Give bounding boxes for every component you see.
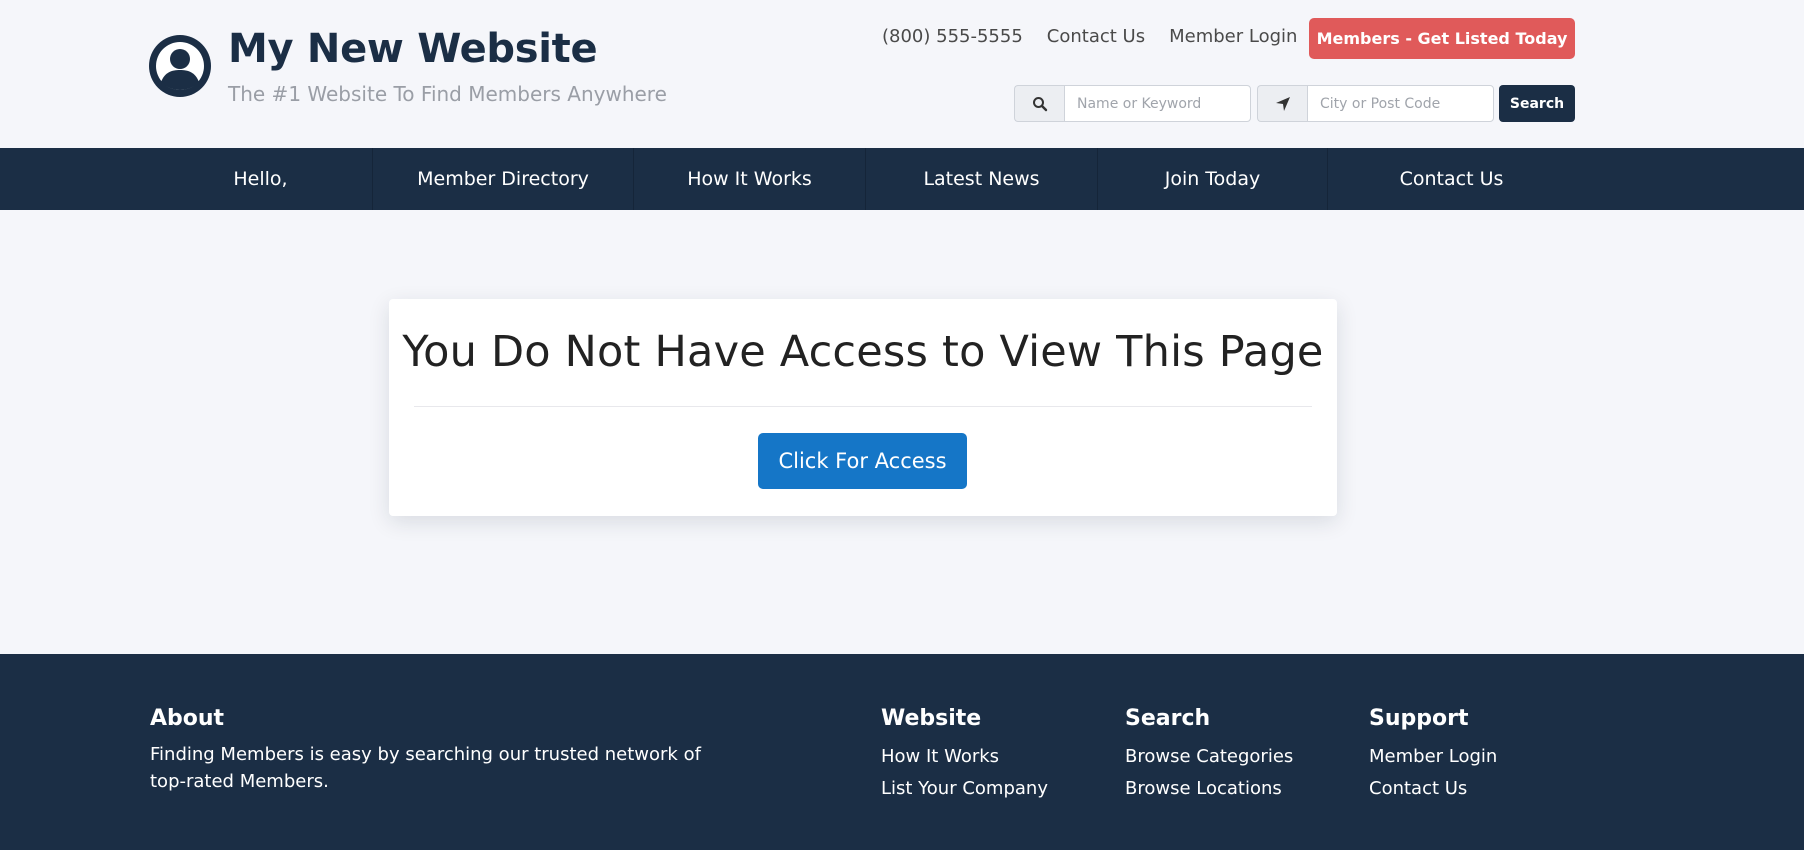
nav-item-latest-news[interactable]: Latest News: [866, 148, 1098, 210]
nav-item-hello[interactable]: Hello,: [149, 148, 373, 210]
footer-link-list-your-company[interactable]: List Your Company: [881, 773, 1048, 805]
footer-search: Search Browse Categories Browse Location…: [1125, 706, 1293, 805]
main-nav: Hello, Member Directory How It Works Lat…: [0, 148, 1804, 210]
footer-support: Support Member Login Contact Us: [1369, 706, 1497, 805]
contact-us-link[interactable]: Contact Us: [1047, 26, 1145, 47]
footer-about: About Finding Members is easy by searchi…: [150, 706, 710, 795]
footer-link-browse-categories[interactable]: Browse Categories: [1125, 741, 1293, 773]
page-title: You Do Not Have Access to View This Page: [402, 327, 1324, 377]
footer-link-contact-us[interactable]: Contact Us: [1369, 773, 1497, 805]
footer-website: Website How It Works List Your Company: [881, 706, 1048, 805]
get-listed-button[interactable]: Members - Get Listed Today: [1309, 18, 1575, 59]
site-header: My New Website The #1 Website To Find Me…: [0, 0, 1804, 148]
top-links: (800) 555-5555 Contact Us Member Login: [882, 26, 1321, 47]
nav-item-how-it-works[interactable]: How It Works: [634, 148, 866, 210]
site-tagline: The #1 Website To Find Members Anywhere: [228, 82, 667, 106]
search-button[interactable]: Search: [1499, 85, 1575, 122]
footer-link-member-login[interactable]: Member Login: [1369, 741, 1497, 773]
location-search-input[interactable]: [1307, 85, 1494, 122]
footer-support-title: Support: [1369, 706, 1469, 731]
keyword-search-group: [1014, 85, 1251, 122]
user-avatar-icon[interactable]: [149, 35, 211, 97]
divider: [414, 406, 1312, 407]
location-search-group: [1257, 85, 1494, 122]
footer-search-title: Search: [1125, 706, 1211, 731]
footer-about-text: Finding Members is easy by searching our…: [150, 744, 701, 792]
footer-link-browse-locations[interactable]: Browse Locations: [1125, 773, 1293, 805]
footer-website-title: Website: [881, 706, 982, 731]
site-title[interactable]: My New Website: [228, 26, 598, 72]
nav-item-join-today[interactable]: Join Today: [1098, 148, 1328, 210]
search-icon: [1014, 85, 1064, 122]
keyword-search-input[interactable]: [1064, 85, 1251, 122]
member-login-link[interactable]: Member Login: [1169, 26, 1297, 47]
nav-item-contact-us[interactable]: Contact Us: [1328, 148, 1575, 210]
phone-link[interactable]: (800) 555-5555: [882, 26, 1023, 47]
click-for-access-button[interactable]: Click For Access: [758, 433, 967, 489]
location-arrow-icon: [1257, 85, 1307, 122]
site-footer: About Finding Members is easy by searchi…: [0, 654, 1804, 850]
footer-link-how-it-works[interactable]: How It Works: [881, 741, 1048, 773]
footer-about-title: About: [150, 706, 225, 731]
nav-item-member-directory[interactable]: Member Directory: [373, 148, 634, 210]
access-denied-card: You Do Not Have Access to View This Page…: [389, 299, 1337, 516]
